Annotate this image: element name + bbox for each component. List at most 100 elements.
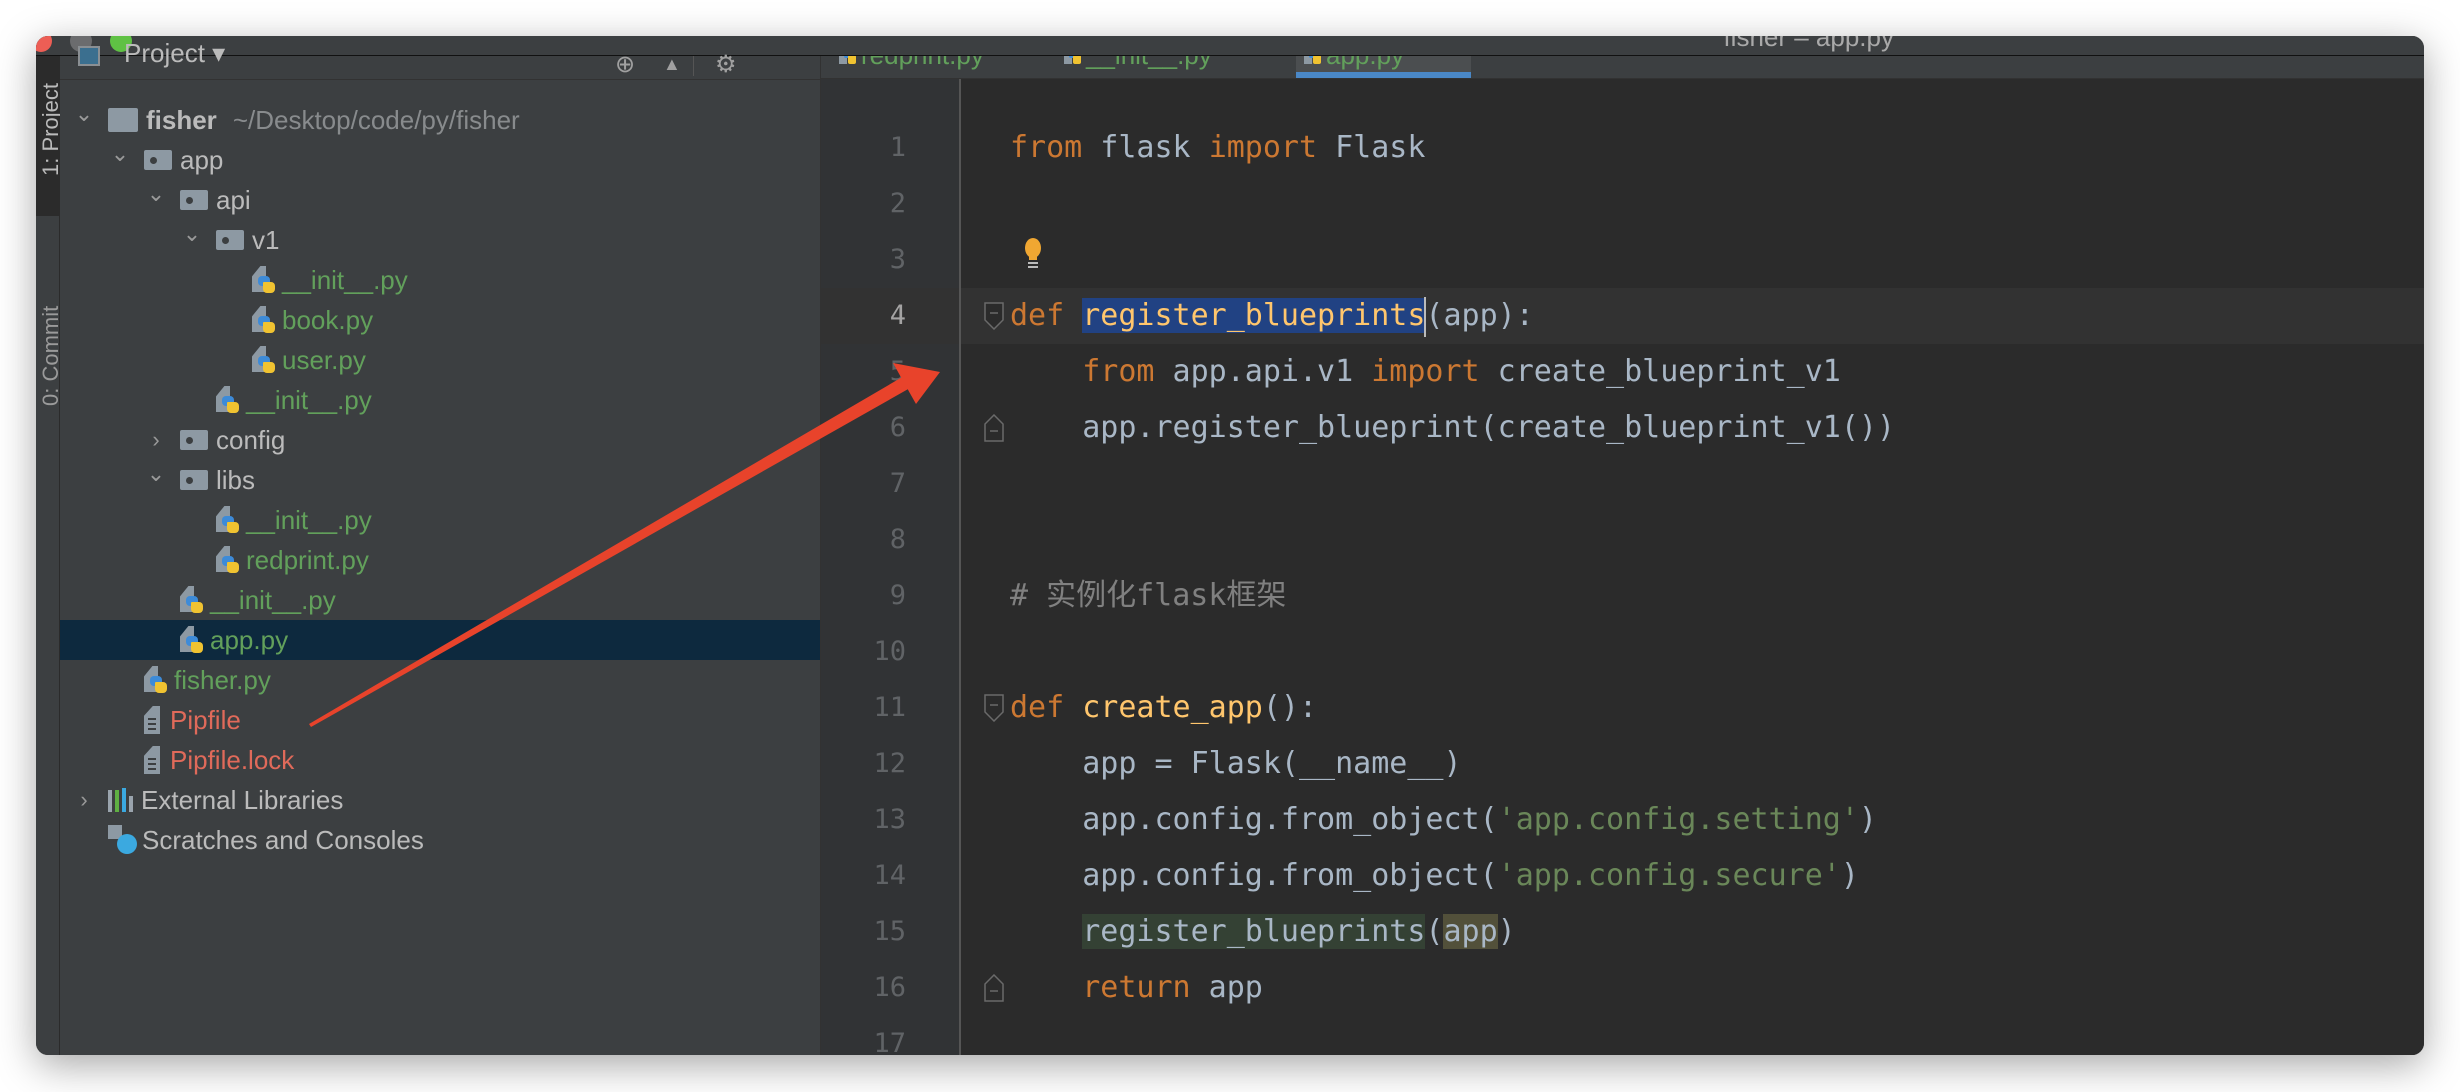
tree-item[interactable]: ⌄ v1: [60, 220, 820, 260]
tree-item[interactable]: ›fisher.py: [60, 660, 820, 700]
tree-item[interactable]: ›redprint.py: [60, 540, 820, 580]
tree-item[interactable]: ›Pipfile.lock: [60, 740, 820, 780]
line-number[interactable]: 16: [826, 960, 906, 1016]
code-token: ():: [1262, 690, 1318, 725]
fold-end-icon[interactable]: [984, 414, 1004, 442]
line-number[interactable]: 15: [826, 904, 906, 960]
code-line[interactable]: app = Flask(__name__): [1010, 736, 1462, 792]
code-token: 'app.config.setting': [1497, 802, 1859, 837]
code-line[interactable]: from app.api.v1 import create_blueprint_…: [1010, 344, 1841, 400]
close-tab-icon[interactable]: ×: [1226, 56, 1238, 63]
line-number[interactable]: 5: [826, 344, 906, 400]
line-number[interactable]: 17: [826, 1016, 906, 1055]
tree-item[interactable]: ›app.py: [60, 620, 820, 660]
project-view-icon: [78, 46, 100, 66]
tree-item-label: fisher: [146, 104, 217, 135]
python-file-icon: [216, 546, 240, 574]
code-token: app = Flask(__name__): [1010, 746, 1462, 781]
tree-item[interactable]: ›Pipfile: [60, 700, 820, 740]
package-folder-icon: [180, 190, 208, 210]
chevron-right-icon[interactable]: ›: [146, 427, 166, 453]
settings-gear-icon[interactable]: ⚙: [715, 50, 737, 79]
title-bar: fisher – app.py: [36, 36, 2424, 56]
python-file-icon: [144, 666, 168, 694]
code-line[interactable]: def register_blueprints(app):: [1010, 288, 1534, 344]
tree-item-label: Scratches and Consoles: [142, 824, 424, 855]
line-number[interactable]: 1: [826, 120, 906, 176]
tree-item[interactable]: ⌄ libs: [60, 460, 820, 500]
tree-item[interactable]: ›book.py: [60, 300, 820, 340]
fold-collapse-icon[interactable]: [984, 694, 1004, 722]
folder-icon: [108, 108, 138, 132]
chevron-down-icon[interactable]: ⌄: [110, 141, 130, 167]
line-number[interactable]: 12: [826, 736, 906, 792]
line-number[interactable]: 4: [826, 288, 906, 344]
code-line[interactable]: from flask import Flask: [1010, 120, 1425, 176]
line-number[interactable]: 11: [826, 680, 906, 736]
code-line[interactable]: app.config.from_object('app.config.secur…: [1010, 848, 1859, 904]
tree-item[interactable]: ›user.py: [60, 340, 820, 380]
code-token: ): [1858, 802, 1877, 837]
line-number[interactable]: 2: [826, 176, 906, 232]
tree-item[interactable]: ›Scratches and Consoles: [60, 820, 820, 860]
text-file-icon: [144, 746, 160, 774]
code-token: # 实例化flask框架: [1010, 578, 1287, 613]
fold-collapse-icon[interactable]: [984, 302, 1004, 330]
code-token: register_blueprints: [1082, 914, 1426, 949]
code-line[interactable]: app.register_blueprint(create_blueprint_…: [1010, 400, 1895, 456]
editor-tab[interactable]: __init__.py ×: [1056, 56, 1271, 78]
tool-window-strip: 1: Project 0: Commit: [36, 56, 63, 1055]
tree-item[interactable]: ⌄ api: [60, 180, 820, 220]
code-token: from: [1010, 130, 1083, 165]
code-token: 'app.config.secure': [1497, 858, 1841, 893]
line-number[interactable]: 6: [826, 400, 906, 456]
tree-item[interactable]: ›__init__.py: [60, 380, 820, 420]
tree-item[interactable]: › External Libraries: [60, 780, 820, 820]
close-tab-icon[interactable]: ×: [998, 56, 1010, 63]
line-number[interactable]: 13: [826, 792, 906, 848]
tree-item[interactable]: ›__init__.py: [60, 260, 820, 300]
collapse-all-icon[interactable]: ▲: [663, 54, 681, 75]
package-folder-icon: [144, 150, 172, 170]
tree-item[interactable]: › config: [60, 420, 820, 460]
editor-tab[interactable]: app.py ×: [1296, 56, 1471, 78]
tree-item[interactable]: ⌄ app: [60, 140, 820, 180]
code-token: def: [1010, 298, 1065, 333]
editor-tab[interactable]: redprint.py ×: [831, 56, 1036, 78]
chevron-down-icon[interactable]: ⌄: [146, 181, 166, 207]
locate-file-icon[interactable]: ⊕: [615, 50, 635, 79]
line-number[interactable]: 7: [826, 456, 906, 512]
python-file-icon: [252, 306, 276, 334]
external-libraries-icon: [108, 788, 133, 812]
code-line[interactable]: # 实例化flask框架: [1010, 568, 1286, 624]
editor-tab-label: app.py: [1326, 56, 1404, 71]
fold-end-icon[interactable]: [984, 974, 1004, 1002]
intention-lightbulb-icon[interactable]: [1023, 238, 1043, 270]
code-line[interactable]: def create_app():: [1010, 680, 1317, 736]
chevron-right-icon[interactable]: ›: [74, 787, 94, 813]
text-file-icon: [144, 706, 160, 734]
python-file-icon: [252, 266, 276, 294]
chevron-down-icon[interactable]: ⌄: [182, 221, 202, 247]
project-view-selector[interactable]: Project ▾: [124, 38, 225, 69]
line-number[interactable]: 3: [826, 232, 906, 288]
tree-item[interactable]: ›__init__.py: [60, 580, 820, 620]
editor-tab-bar: redprint.py × __init__.py × app.py ×: [821, 56, 2424, 79]
line-number[interactable]: 9: [826, 568, 906, 624]
code-line[interactable]: return app: [1010, 960, 1263, 1016]
code-token: import: [1371, 354, 1480, 389]
line-number[interactable]: 14: [826, 848, 906, 904]
project-panel-header: Project ▾ ⊕ ▲ ⚙: [60, 38, 820, 80]
chevron-down-icon[interactable]: ⌄: [74, 101, 94, 127]
code-line[interactable]: register_blueprints(app): [1010, 904, 1516, 960]
close-tab-icon[interactable]: ×: [1418, 56, 1430, 63]
line-number[interactable]: 10: [826, 624, 906, 680]
tree-item-label: External Libraries: [141, 784, 344, 815]
code-line[interactable]: app.config.from_object('app.config.setti…: [1010, 792, 1877, 848]
scratches-icon: [108, 825, 138, 855]
tree-item[interactable]: ⌄ fisher ~/Desktop/code/py/fisher: [60, 100, 820, 140]
line-number[interactable]: 8: [826, 512, 906, 568]
chevron-down-icon[interactable]: ⌄: [146, 461, 166, 487]
tree-item[interactable]: ›__init__.py: [60, 500, 820, 540]
close-window-button[interactable]: [36, 36, 52, 52]
